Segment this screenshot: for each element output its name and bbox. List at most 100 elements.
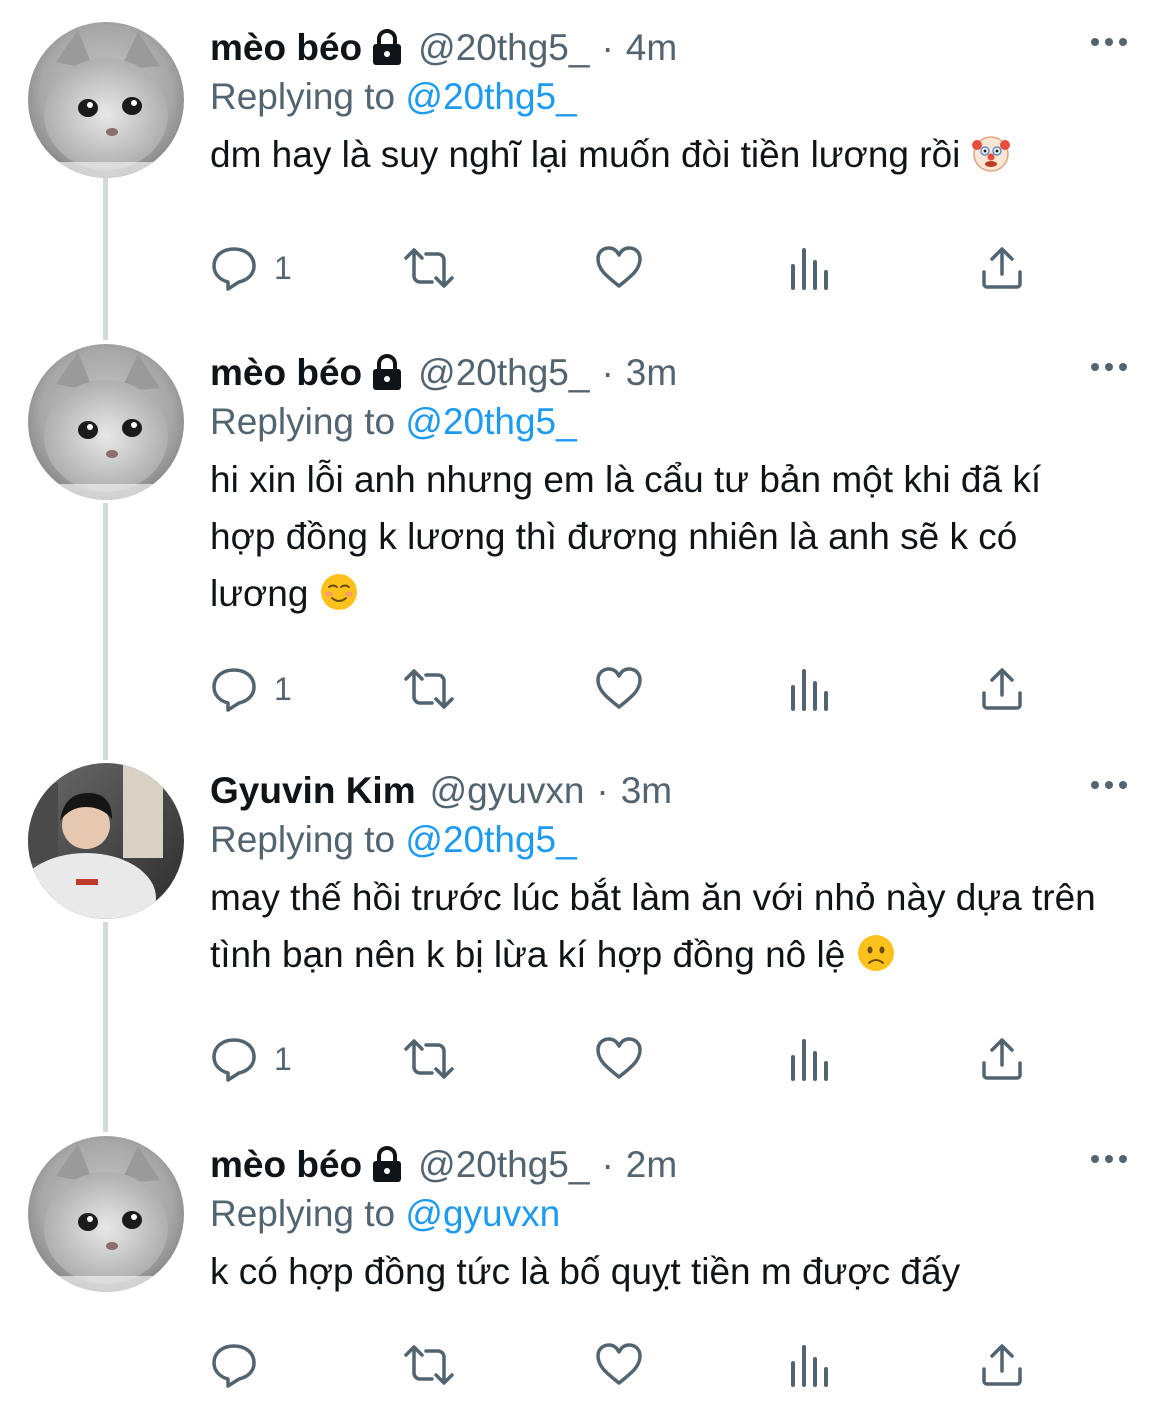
reply-button[interactable]: 1 (210, 243, 292, 293)
heart-icon (596, 667, 642, 709)
retweet-icon (404, 1345, 454, 1385)
display-name[interactable]: mèo béo (210, 349, 362, 397)
separator-dot: · (601, 352, 614, 393)
replying-to-label: Replying to (210, 401, 396, 442)
thread-line (103, 503, 108, 760)
retweet-icon (404, 669, 454, 709)
thread-line (103, 178, 108, 340)
separator-dot: · (596, 770, 609, 811)
thread-line (103, 922, 108, 1132)
like-button[interactable] (594, 243, 644, 293)
retweet-button[interactable] (400, 1340, 458, 1390)
timestamp[interactable]: 3m (621, 767, 672, 815)
analytics-icon (791, 669, 828, 711)
tweet-actions: 1 (210, 1034, 1040, 1084)
like-button[interactable] (594, 1340, 644, 1390)
replying-to-mention[interactable]: @20thg5_ (405, 819, 576, 860)
reply-button[interactable]: 1 (210, 1034, 292, 1084)
tweet-header: mèo béo @20thg5_ · 2m (210, 1141, 1129, 1189)
worried-face-icon (857, 935, 894, 971)
avatar[interactable] (28, 344, 184, 500)
replying-to-mention[interactable]: @20thg5_ (405, 76, 576, 117)
replying-to-mention[interactable]: @gyuvxn (405, 1193, 560, 1234)
reply-count: 1 (274, 249, 292, 286)
heart-icon (596, 246, 642, 288)
replying-to-label: Replying to (210, 819, 396, 860)
display-name[interactable]: mèo béo (210, 24, 362, 72)
reply-button[interactable] (210, 1340, 274, 1390)
share-button[interactable] (978, 664, 1026, 714)
tweet-actions: 1 (210, 664, 1040, 714)
kitten-avatar-icon (28, 22, 184, 178)
tweet-text: hi xin lỗi anh nhưng em là cẩu tư bản mộ… (210, 451, 1110, 622)
person-avatar-icon (28, 763, 184, 919)
clown-face-icon (971, 136, 1010, 172)
analytics-button[interactable] (788, 243, 832, 293)
avatar[interactable] (28, 1136, 184, 1292)
like-button[interactable] (594, 1034, 644, 1084)
tweet-header: mèo béo @20thg5_ · 3m (210, 349, 1129, 397)
retweet-button[interactable] (400, 1034, 458, 1084)
avatar[interactable] (28, 22, 184, 178)
timestamp[interactable]: 3m (626, 349, 677, 397)
analytics-button[interactable] (788, 1034, 832, 1084)
reply-button[interactable]: 1 (210, 664, 292, 714)
kitten-avatar-icon (28, 1136, 184, 1292)
tweet-body: may thế hồi trước lúc bắt làm ăn với nhỏ… (210, 877, 1096, 975)
retweet-button[interactable] (400, 243, 458, 293)
user-handle[interactable]: @20thg5_ (418, 24, 589, 72)
replying-to: Replying to @20thg5_ (210, 815, 1129, 865)
display-name[interactable]: Gyuvin Kim (210, 767, 416, 815)
share-icon (982, 668, 1022, 710)
replying-to-label: Replying to (210, 1193, 396, 1234)
tweet-body: k có hợp đồng tức là bố quỵt tiền m được… (210, 1251, 961, 1292)
replying-to: Replying to @gyuvxn (210, 1189, 1129, 1239)
tweet-text: k có hợp đồng tức là bố quỵt tiền m được… (210, 1243, 1110, 1300)
replying-to-label: Replying to (210, 76, 396, 117)
lock-icon (373, 354, 402, 390)
share-icon (982, 247, 1022, 289)
share-icon (982, 1344, 1022, 1386)
tweet-header: Gyuvin Kim @gyuvxn · 3m (210, 767, 1129, 815)
user-handle[interactable]: @20thg5_ (418, 349, 589, 397)
tweet-text: dm hay là suy nghĩ lại muốn đòi tiền lươ… (210, 126, 1110, 183)
replying-to-mention[interactable]: @20thg5_ (405, 401, 576, 442)
user-handle[interactable]: @gyuvxn (430, 767, 585, 815)
tweet-header: mèo béo @20thg5_ · 4m (210, 24, 1129, 72)
avatar[interactable] (28, 763, 184, 919)
separator-dot: · (601, 27, 614, 68)
heart-icon (596, 1343, 642, 1385)
reply-icon (212, 1038, 256, 1082)
timestamp[interactable]: 4m (626, 24, 677, 72)
share-icon (982, 1038, 1022, 1080)
analytics-button[interactable] (788, 664, 832, 714)
timestamp[interactable]: 2m (626, 1141, 677, 1189)
share-button[interactable] (978, 243, 1026, 293)
replying-to: Replying to @20thg5_ (210, 397, 1129, 447)
display-name[interactable]: mèo béo (210, 1141, 362, 1189)
reply-icon (212, 247, 256, 291)
lock-icon (373, 29, 402, 65)
reply-count: 1 (274, 670, 292, 707)
reply-icon (212, 668, 256, 712)
share-button[interactable] (978, 1340, 1026, 1390)
more-options-icon[interactable] (1089, 357, 1129, 377)
separator-dot: · (601, 1144, 614, 1185)
replying-to: Replying to @20thg5_ (210, 72, 1129, 122)
like-button[interactable] (594, 664, 644, 714)
lock-icon (373, 1146, 402, 1182)
tweet-actions (210, 1340, 1040, 1390)
analytics-icon (791, 248, 828, 290)
heart-icon (596, 1037, 642, 1079)
more-options-icon[interactable] (1089, 775, 1129, 795)
retweet-button[interactable] (400, 664, 458, 714)
retweet-icon (404, 248, 454, 288)
analytics-icon (791, 1039, 828, 1081)
smiling-face-icon (320, 574, 357, 610)
user-handle[interactable]: @20thg5_ (418, 1141, 589, 1189)
analytics-button[interactable] (788, 1340, 832, 1390)
share-button[interactable] (978, 1034, 1026, 1084)
more-options-icon[interactable] (1089, 1149, 1129, 1169)
more-options-icon[interactable] (1089, 32, 1129, 52)
analytics-icon (791, 1345, 828, 1387)
